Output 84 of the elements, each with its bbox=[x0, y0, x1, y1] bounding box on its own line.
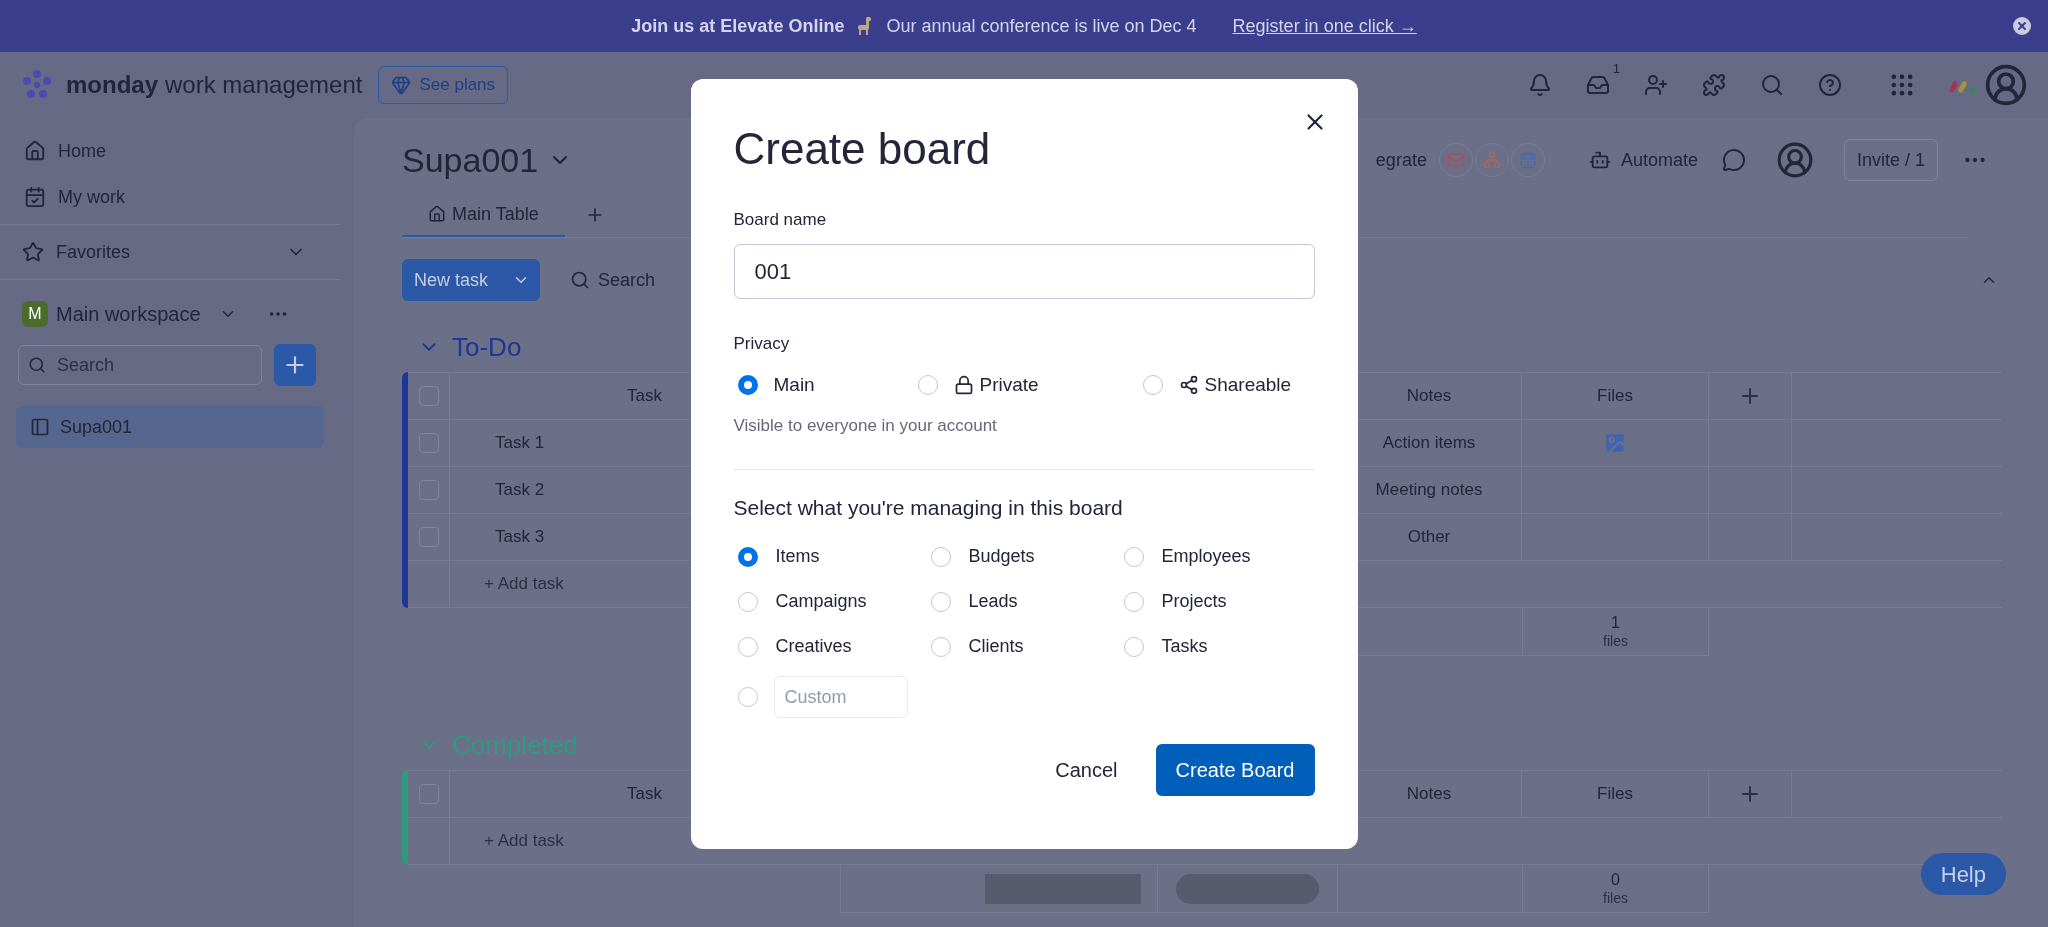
column-header: Files bbox=[1522, 771, 1709, 818]
board-list-item[interactable]: Supa001 bbox=[16, 406, 324, 448]
diamond-icon bbox=[391, 75, 412, 95]
radio-button[interactable] bbox=[737, 546, 758, 567]
radio-button[interactable] bbox=[737, 687, 758, 707]
radio-button[interactable] bbox=[917, 374, 938, 395]
workspace-avatar: M bbox=[22, 301, 48, 327]
radio-button[interactable] bbox=[737, 374, 758, 395]
notifications-icon[interactable] bbox=[1528, 73, 1552, 97]
integrate-label[interactable]: egrate bbox=[1375, 146, 1427, 174]
radio-button[interactable] bbox=[737, 591, 758, 612]
radio-button[interactable] bbox=[1123, 546, 1144, 567]
board-search-button[interactable]: Search bbox=[570, 266, 656, 294]
column-header: Files bbox=[1522, 373, 1709, 420]
radio-button[interactable] bbox=[930, 591, 951, 612]
radio-label[interactable]: Projects bbox=[1161, 588, 1227, 615]
invite-person-icon[interactable] bbox=[1644, 73, 1668, 97]
search-icon bbox=[28, 356, 46, 374]
radio-label[interactable]: Creatives bbox=[775, 633, 852, 660]
sidebar-search-field[interactable]: Search bbox=[18, 345, 262, 385]
star-icon bbox=[22, 241, 44, 263]
add-task-link[interactable]: + Add task bbox=[484, 571, 564, 597]
board-name-field[interactable]: 001 bbox=[733, 244, 1315, 299]
radio-button[interactable] bbox=[930, 636, 951, 657]
create-board-button[interactable]: Create Board bbox=[1155, 744, 1315, 796]
radio-label[interactable]: Campaigns bbox=[775, 588, 867, 615]
automate-button[interactable]: Automate bbox=[1588, 146, 1698, 174]
banner-message: Our annual conference is live on Dec 4 bbox=[886, 14, 1197, 38]
close-icon[interactable] bbox=[2010, 14, 2034, 38]
share-icon bbox=[1178, 374, 1199, 395]
radio-label[interactable]: Private bbox=[979, 370, 1039, 399]
radio-button[interactable] bbox=[930, 546, 951, 567]
group-title[interactable]: To-Do bbox=[452, 327, 522, 367]
see-plans-button[interactable]: See plans bbox=[378, 66, 509, 104]
register-link[interactable]: Register in one click → bbox=[1232, 12, 1417, 40]
workspace-name[interactable]: Main workspace bbox=[56, 299, 201, 329]
radio-label[interactable]: Clients bbox=[968, 633, 1024, 660]
product-name: work management bbox=[165, 70, 363, 100]
board-icon bbox=[30, 417, 50, 437]
puzzle-icon[interactable] bbox=[1702, 73, 1726, 97]
radio-button[interactable] bbox=[1123, 591, 1144, 612]
files-count: 1 bbox=[1611, 612, 1620, 633]
board-title[interactable]: Supa001 bbox=[402, 134, 539, 186]
sidebar-item[interactable]: My work bbox=[0, 174, 340, 220]
home-icon bbox=[24, 140, 46, 162]
radio-button[interactable] bbox=[737, 636, 758, 657]
radio-label[interactable]: Shareable bbox=[1204, 370, 1292, 399]
invite-button[interactable]: Invite / 1 bbox=[1843, 139, 1938, 181]
calendar-check-icon bbox=[24, 186, 46, 208]
files-count: 0 bbox=[1611, 869, 1620, 890]
dialog-title: Create board bbox=[733, 126, 992, 171]
new-task-button[interactable]: New task bbox=[402, 259, 541, 301]
field-label: Privacy bbox=[733, 333, 791, 355]
avatar-icon[interactable] bbox=[1984, 63, 2028, 107]
search-icon[interactable] bbox=[1760, 73, 1784, 97]
sidebar-item[interactable]: Home bbox=[0, 128, 340, 174]
radio-label[interactable]: Budgets bbox=[968, 543, 1035, 570]
robot-icon bbox=[1588, 149, 1611, 171]
radio-label[interactable]: Tasks bbox=[1161, 633, 1208, 660]
favorites-section[interactable]: Favorites bbox=[0, 229, 340, 275]
home-icon bbox=[428, 205, 446, 223]
radio-button[interactable] bbox=[1142, 374, 1163, 395]
custom-field[interactable]: Custom bbox=[773, 676, 908, 718]
inbox-icon[interactable] bbox=[1586, 73, 1610, 97]
cancel-button[interactable]: Cancel bbox=[1043, 744, 1130, 796]
search-icon bbox=[570, 270, 591, 290]
radio-label[interactable]: Employees bbox=[1161, 543, 1251, 570]
radio-button[interactable] bbox=[1123, 636, 1144, 657]
add-task-link[interactable]: + Add task bbox=[484, 828, 564, 854]
radio-label[interactable]: Leads bbox=[968, 588, 1018, 615]
inbox-count: 1 bbox=[1612, 60, 1620, 78]
help-button[interactable]: Help bbox=[1920, 853, 2006, 895]
banner-lead: Join us at Elevate Online bbox=[631, 14, 845, 38]
add-button[interactable] bbox=[274, 344, 316, 386]
view-tab[interactable]: Main Table bbox=[402, 193, 565, 237]
lock-icon bbox=[953, 374, 974, 395]
avatar-icon[interactable] bbox=[1775, 141, 1814, 179]
help-icon[interactable] bbox=[1818, 73, 1842, 97]
chat-icon[interactable] bbox=[1721, 148, 1746, 172]
brand-name: monday bbox=[66, 70, 158, 100]
files-unit: files bbox=[1603, 889, 1628, 908]
radio-label[interactable]: Main bbox=[773, 370, 815, 399]
field-label: Board name bbox=[733, 208, 828, 231]
files-unit: files bbox=[1603, 632, 1628, 651]
